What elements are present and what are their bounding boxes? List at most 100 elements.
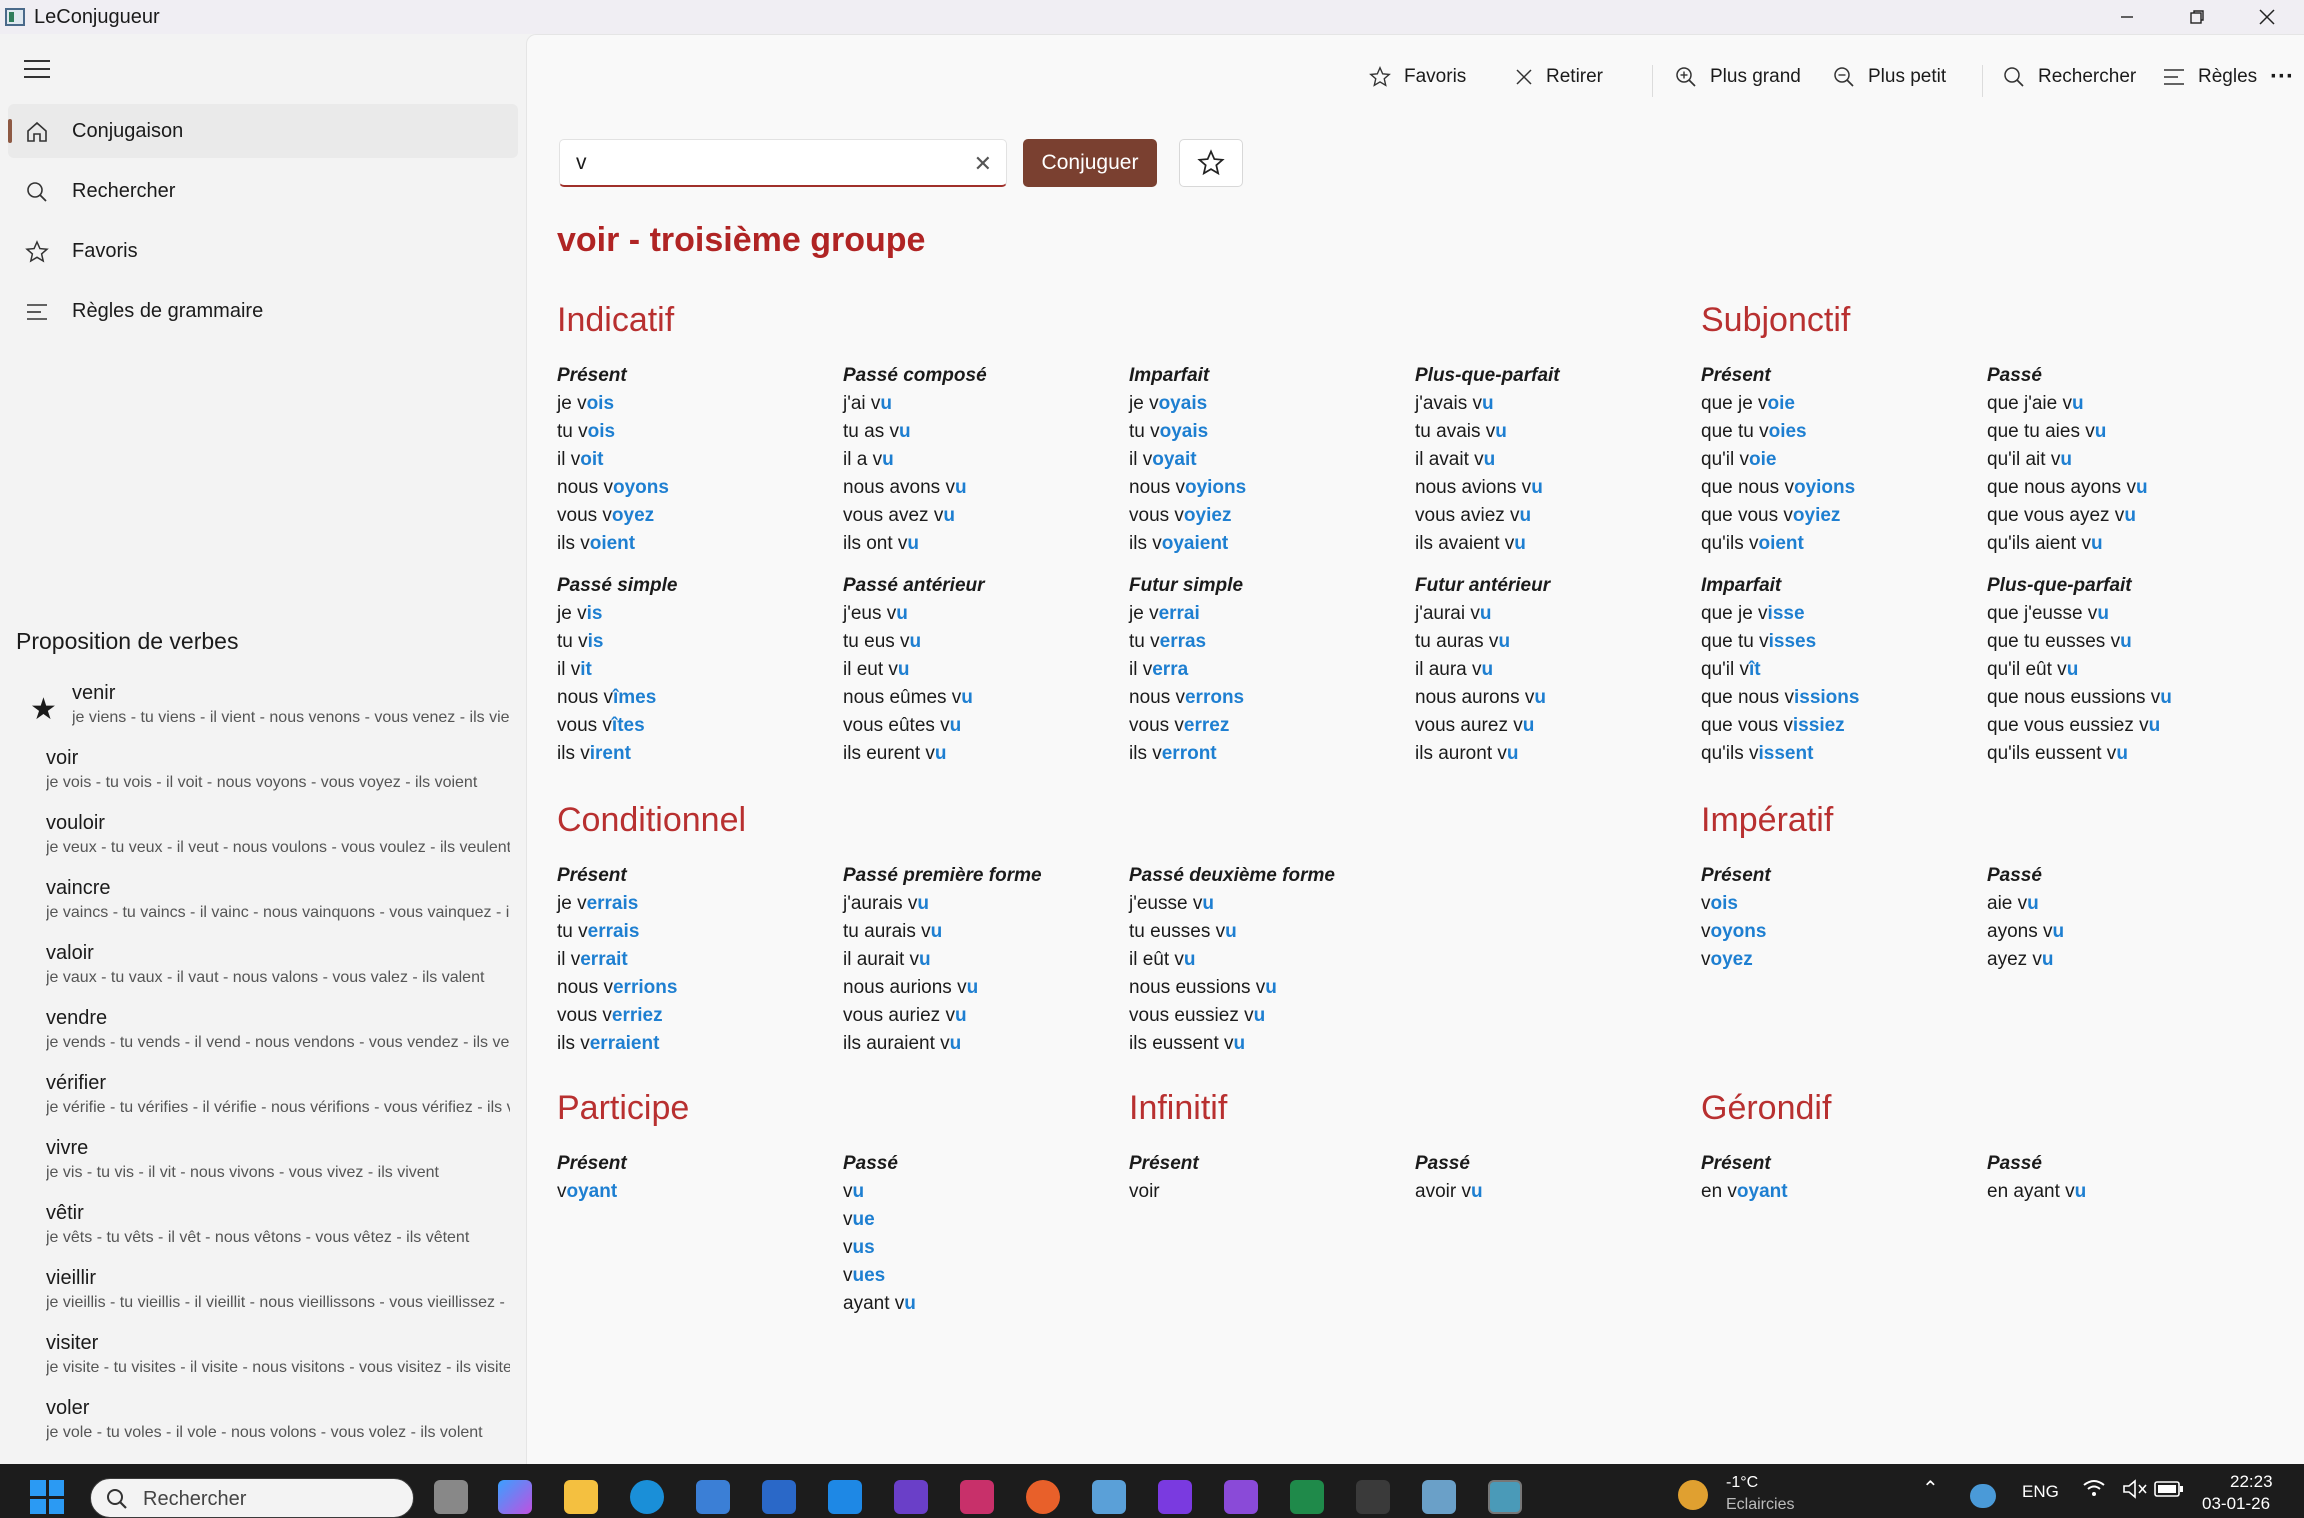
conjugation-ending: u xyxy=(954,477,967,498)
section-indicatif: Indicatif xyxy=(557,301,675,339)
windows-start-icon[interactable] xyxy=(30,1480,64,1514)
verb-suggestion-item[interactable]: vêtir je vêts - tu vêts - il vêt - nous v… xyxy=(46,1202,510,1264)
clock-date[interactable]: 03-01-26 xyxy=(2202,1494,2270,1514)
verb-suggestion-item[interactable]: voler je vole - tu voles - il vole - nous… xyxy=(46,1397,510,1459)
verb-suggestion-item[interactable]: vouloir je veux - tu veux - il veut - nou… xyxy=(46,812,510,874)
vscode-icon[interactable] xyxy=(828,1480,862,1514)
file-manager-icon[interactable] xyxy=(1092,1480,1126,1514)
terminal-icon[interactable] xyxy=(1356,1480,1390,1514)
conjugation-stem: que vous eussiez v xyxy=(1987,715,2149,736)
conjuguer-button[interactable]: Conjuguer xyxy=(1023,139,1157,187)
store-icon[interactable] xyxy=(696,1480,730,1514)
add-favorite-button[interactable] xyxy=(1179,139,1243,187)
verb-suggestion-item[interactable]: voir je vois - tu vois - il voit - nous v… xyxy=(46,747,510,809)
visual-studio-icon[interactable] xyxy=(1224,1480,1258,1514)
restore-button[interactable] xyxy=(2162,0,2232,34)
retirer-command[interactable]: Retirer xyxy=(1514,57,1603,97)
tense-name: Passé xyxy=(1987,1153,2042,1174)
verb-suggestion-item[interactable]: vieillir je vieillis - tu vieillis - il v… xyxy=(46,1267,510,1329)
verb-suggestion-item[interactable]: vérifier je vérifie - tu vérifies - il vé… xyxy=(46,1072,510,1134)
app-installer-icon[interactable] xyxy=(762,1480,796,1514)
tense-block: Futur simple je verrai tu verras il verra no… xyxy=(1129,575,1409,771)
taskbar-search-input[interactable]: Rechercher xyxy=(90,1478,414,1518)
clock-time[interactable]: 22:23 xyxy=(2230,1472,2273,1492)
restore-icon xyxy=(2190,10,2204,24)
conjugation-line: ayant vu xyxy=(843,1293,1123,1321)
conjugation-stem: il eût v xyxy=(1129,949,1184,970)
verb-name: voler xyxy=(46,1397,90,1419)
firefox-icon[interactable] xyxy=(1026,1480,1060,1514)
conjugation-line: il avait vu xyxy=(1415,449,1695,477)
tense-block: Présent vois voyons voyez xyxy=(1701,865,1981,977)
conjugation-stem: vous v xyxy=(557,505,612,526)
copilot-icon[interactable] xyxy=(498,1480,532,1514)
verb-suggestion-item[interactable]: venir je viens - tu viens - il vient - no… xyxy=(72,682,510,744)
conjugation-stem: ayez v xyxy=(1987,949,2042,970)
verb-suggestion-item[interactable]: vivre je vis - tu vis - il vit - nous viv… xyxy=(46,1137,510,1199)
plus-grand-command[interactable]: Plus grand xyxy=(1674,57,1801,97)
verb-suggestion-item[interactable]: valoir je vaux - tu vaux - il vaut - nous… xyxy=(46,942,510,1004)
conjugation-line: j'avais vu xyxy=(1415,393,1695,421)
weather-temp: -1°C xyxy=(1726,1474,1759,1491)
wifi-icon[interactable] xyxy=(2082,1478,2106,1504)
verb-search-input[interactable]: v ✕ xyxy=(559,139,1007,187)
conjugation-stem: en v xyxy=(1701,1181,1737,1202)
tense-block: Passé que j'aie vu que tu aies vu qu'il ait… xyxy=(1987,365,2267,561)
file-explorer-icon[interactable] xyxy=(564,1480,598,1514)
verb-name: vieillir xyxy=(46,1267,96,1289)
onedrive-icon[interactable] xyxy=(1970,1484,1996,1508)
conjugation-stem: tu v xyxy=(557,421,588,442)
conjugation-ending: u xyxy=(954,1005,967,1026)
nav-item-favoris[interactable]: Favoris xyxy=(8,224,518,278)
nav-item-regles[interactable]: Règles de grammaire xyxy=(8,284,518,338)
title-bar: LeConjugueur xyxy=(0,0,2304,34)
minimize-button[interactable] xyxy=(2092,0,2162,34)
battery-icon[interactable] xyxy=(2154,1480,2184,1503)
conjugation-line: ils auront vu xyxy=(1415,743,1695,771)
leconjugueur-taskbar-icon[interactable] xyxy=(1488,1480,1522,1514)
plus-petit-command[interactable]: Plus petit xyxy=(1832,57,1946,97)
nav-item-conjugaison[interactable]: Conjugaison xyxy=(8,104,518,158)
language-indicator[interactable]: ENG xyxy=(2022,1482,2059,1502)
conjugation-line: vous avez vu xyxy=(843,505,1123,533)
conjugation-ending: u xyxy=(2090,533,2103,554)
paint-icon[interactable] xyxy=(1422,1480,1456,1514)
conjugation-stem: que je v xyxy=(1701,603,1768,624)
nav-item-rechercher[interactable]: Rechercher xyxy=(8,164,518,218)
clear-icon[interactable]: ✕ xyxy=(974,151,992,177)
list-icon xyxy=(2164,69,2184,85)
notes-app-icon[interactable] xyxy=(894,1480,928,1514)
verb-name: vaincre xyxy=(46,877,111,899)
conjugation-stem: ayant v xyxy=(843,1293,905,1314)
tense-name: Futur simple xyxy=(1129,575,1244,596)
conjugation-ending: u xyxy=(2120,631,2132,652)
rechercher-command[interactable]: Rechercher xyxy=(2002,57,2136,97)
conjugation-stem: je v xyxy=(557,393,587,414)
hamburger-menu-icon[interactable] xyxy=(24,60,50,78)
conjugation-ending: u xyxy=(1495,421,1507,442)
conjugation-ending: u xyxy=(882,449,894,470)
bootstrap-app-icon[interactable] xyxy=(1158,1480,1192,1514)
conjugation-ending: u xyxy=(897,659,910,680)
edge-icon[interactable] xyxy=(630,1480,664,1514)
close-button[interactable] xyxy=(2232,0,2302,34)
conjugation-ending: errait xyxy=(580,949,628,970)
conjugation-stem: que tu eusses v xyxy=(1987,631,2121,652)
verb-suggestion-item[interactable]: visiter je visite - tu visites - il visit… xyxy=(46,1332,510,1394)
favoris-command[interactable]: Favoris xyxy=(1368,57,1466,97)
conjugation-ending: oyait xyxy=(1152,449,1197,470)
list-icon xyxy=(27,304,47,320)
verb-suggestion-item[interactable]: vendre je vends - tu vends - il vend - no… xyxy=(46,1007,510,1069)
main-content: Favoris Retirer Plus grand Plus petit Re… xyxy=(526,34,2304,1464)
phpstorm-icon[interactable] xyxy=(960,1480,994,1514)
excel-icon[interactable] xyxy=(1290,1480,1324,1514)
verb-suggestion-item[interactable]: vaincre je vaincs - tu vaincs - il vainc … xyxy=(46,877,510,939)
task-view-icon[interactable] xyxy=(434,1480,468,1514)
conjugation-line: que vous eussiez vu xyxy=(1987,715,2267,743)
volume-muted-icon[interactable] xyxy=(2122,1478,2148,1505)
chevron-up-icon[interactable]: ⌃ xyxy=(1922,1476,1939,1501)
weather-icon[interactable] xyxy=(1678,1480,1708,1510)
conjugation-ending: ois xyxy=(1710,893,1738,914)
more-options-button[interactable]: ··· xyxy=(2270,57,2294,97)
regles-command[interactable]: Règles xyxy=(2162,57,2257,97)
